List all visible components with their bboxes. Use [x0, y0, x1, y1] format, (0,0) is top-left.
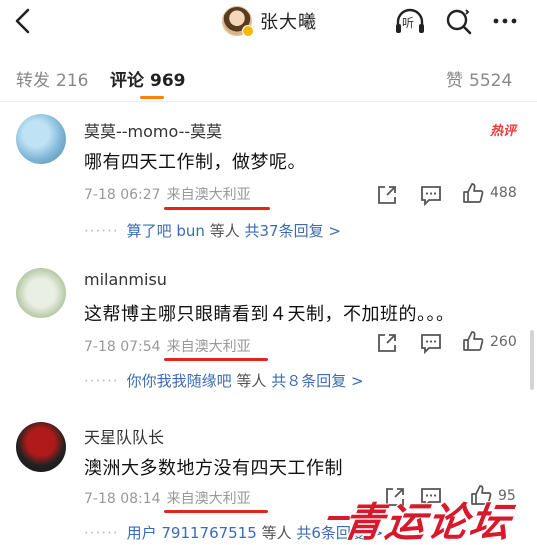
comment-text: 哪有四天工作制，做梦呢。	[84, 152, 306, 173]
annotation-underline	[164, 207, 270, 210]
comment-item: milanmisu 这帮博主哪只眼睛看到４天制，不加班的。。。 7-18 07:…	[0, 266, 537, 406]
avatar[interactable]	[16, 422, 66, 472]
watermark-text: 青运论坛	[340, 500, 515, 545]
like-count: 260	[490, 334, 517, 350]
avatar[interactable]	[16, 114, 66, 164]
tab-like[interactable]: 赞 5524	[446, 66, 512, 91]
tab-comment-count: 969	[150, 71, 186, 91]
reply-dots: ······	[84, 372, 119, 390]
share-icon[interactable]	[376, 332, 398, 354]
reply-others: 等人	[209, 222, 240, 240]
scrollbar[interactable]	[530, 330, 534, 390]
annotation-underline	[164, 358, 268, 361]
profile-header[interactable]: 张大曦	[222, 4, 317, 38]
reply-summary[interactable]: ······ 算了吧 bun 等人 共37条回复 >	[84, 220, 341, 241]
avatar[interactable]	[16, 268, 66, 318]
reply-users[interactable]: 算了吧 bun	[127, 222, 205, 240]
tab-bar: 转发 216 评论 969 赞 5524	[0, 58, 537, 102]
comment-icon[interactable]	[420, 184, 442, 207]
reply-count-link[interactable]: 共８条回复 >	[271, 372, 363, 390]
tab-like-label: 赞	[446, 71, 463, 91]
comment-meta: 7-18 06:27 来自澳大利亚	[84, 184, 251, 204]
share-icon[interactable]	[376, 184, 398, 206]
more-icon[interactable]	[490, 6, 520, 36]
comment-author[interactable]: milanmisu	[84, 270, 167, 289]
tab-repost[interactable]: 转发 216	[16, 66, 88, 91]
page-title: 张大曦	[260, 12, 317, 33]
comment-author[interactable]: 莫莫--momo--莫莫	[84, 118, 222, 142]
like-icon[interactable]	[462, 182, 484, 204]
reply-users[interactable]: 你你我我随缘吧	[127, 372, 232, 390]
verified-badge-icon	[242, 25, 254, 37]
like-count: 488	[490, 185, 517, 201]
comment-author[interactable]: 天星队队长	[84, 424, 164, 448]
comment-text: 澳洲大多数地方没有四天工作制	[84, 458, 343, 479]
comment-meta: 7-18 07:54 来自澳大利亚	[84, 336, 251, 356]
comment-item: 莫莫--momo--莫莫 热评 哪有四天工作制，做梦呢。 7-18 06:27 来…	[0, 114, 537, 256]
tab-repost-label: 转发	[16, 71, 50, 91]
reply-summary[interactable]: ······ 你你我我随缘吧 等人 共８条回复 >	[84, 370, 364, 391]
reply-count-link[interactable]: 共37条回复 >	[245, 222, 341, 240]
listen-label: 听	[402, 16, 415, 30]
comment-time: 7-18 08:14	[84, 491, 161, 507]
like-icon[interactable]	[462, 330, 484, 352]
comment-location: 来自澳大利亚	[166, 339, 251, 355]
active-tab-indicator	[140, 96, 164, 99]
comment-time: 7-18 07:54	[84, 339, 161, 355]
headphones-icon[interactable]: 听	[394, 7, 426, 37]
tab-like-count: 5524	[469, 71, 513, 91]
reply-users[interactable]: 用户 7911767515	[127, 524, 257, 542]
comment-location: 来自澳大利亚	[166, 491, 251, 507]
avatar[interactable]	[222, 6, 254, 37]
comment-time: 7-18 06:27	[84, 187, 161, 203]
comment-meta: 7-18 08:14 来自澳大利亚	[84, 488, 251, 508]
search-icon[interactable]	[444, 6, 474, 36]
reply-dots: ······	[84, 524, 119, 542]
reply-others: 等人	[236, 372, 267, 390]
tab-repost-count: 216	[56, 71, 89, 91]
back-arrow-icon[interactable]	[8, 4, 38, 38]
hot-comment-badge: 热评	[490, 124, 517, 139]
reply-others: 等人	[261, 524, 292, 542]
top-bar: 张大曦 听	[0, 0, 537, 44]
annotation-underline	[164, 510, 268, 513]
comment-text: 这帮博主哪只眼睛看到４天制，不加班的。。。	[84, 304, 455, 325]
reply-dots: ······	[84, 222, 119, 240]
comment-icon[interactable]	[420, 332, 442, 355]
comment-location: 来自澳大利亚	[166, 187, 251, 203]
watermark-logo: 青运论坛	[326, 486, 534, 545]
tab-comment-label: 评论	[110, 71, 144, 91]
tab-comment[interactable]: 评论 969	[110, 66, 186, 91]
